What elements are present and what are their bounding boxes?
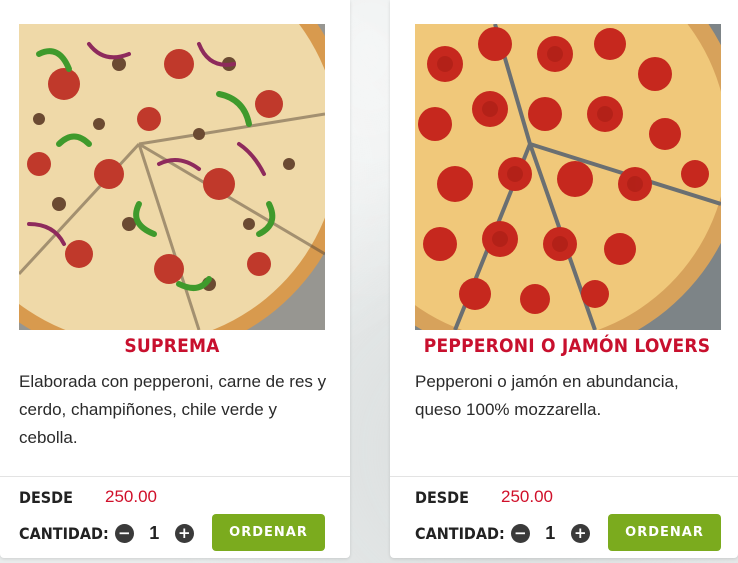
quantity-value: 1: [149, 522, 160, 543]
order-button[interactable]: ORDENAR: [212, 514, 325, 551]
product-title[interactable]: SUPREMA: [0, 335, 344, 357]
plus-icon[interactable]: +: [174, 523, 194, 543]
plus-icon[interactable]: +: [570, 523, 590, 543]
quantity-label: CANTIDAD:: [19, 523, 109, 543]
quantity-value: 1: [545, 522, 556, 543]
quantity-stepper: CANTIDAD: − 1 +: [415, 516, 590, 550]
quantity-stepper: CANTIDAD: − 1 +: [19, 516, 194, 550]
product-card-suprema: SUPREMA Elaborada con pepperoni, carne d…: [0, 0, 350, 558]
price-value: 250.00: [105, 487, 157, 506]
minus-icon[interactable]: −: [114, 523, 134, 543]
supreme-pizza-image[interactable]: [19, 24, 325, 330]
product-description: Pepperoni o jamón en abundancia, queso 1…: [415, 372, 679, 419]
quantity-label: CANTIDAD:: [415, 523, 505, 543]
minus-icon[interactable]: −: [510, 523, 530, 543]
price-value: 250.00: [501, 487, 553, 506]
product-description: Elaborada con pepperoni, carne de res y …: [19, 372, 327, 447]
price-row: DESDE 250.00: [415, 487, 553, 507]
divider: [0, 476, 350, 477]
price-row: DESDE 250.00: [19, 487, 157, 507]
product-card-pepperoni: PEPPERONI O JAMÓN LOVERS Pepperoni o jam…: [390, 0, 738, 558]
price-label: DESDE: [415, 487, 469, 507]
order-button[interactable]: ORDENAR: [608, 514, 721, 551]
product-title[interactable]: PEPPERONI O JAMÓN LOVERS: [390, 335, 738, 357]
price-label: DESDE: [19, 487, 73, 507]
divider: [390, 476, 738, 477]
pepperoni-pizza-image[interactable]: [415, 24, 721, 330]
